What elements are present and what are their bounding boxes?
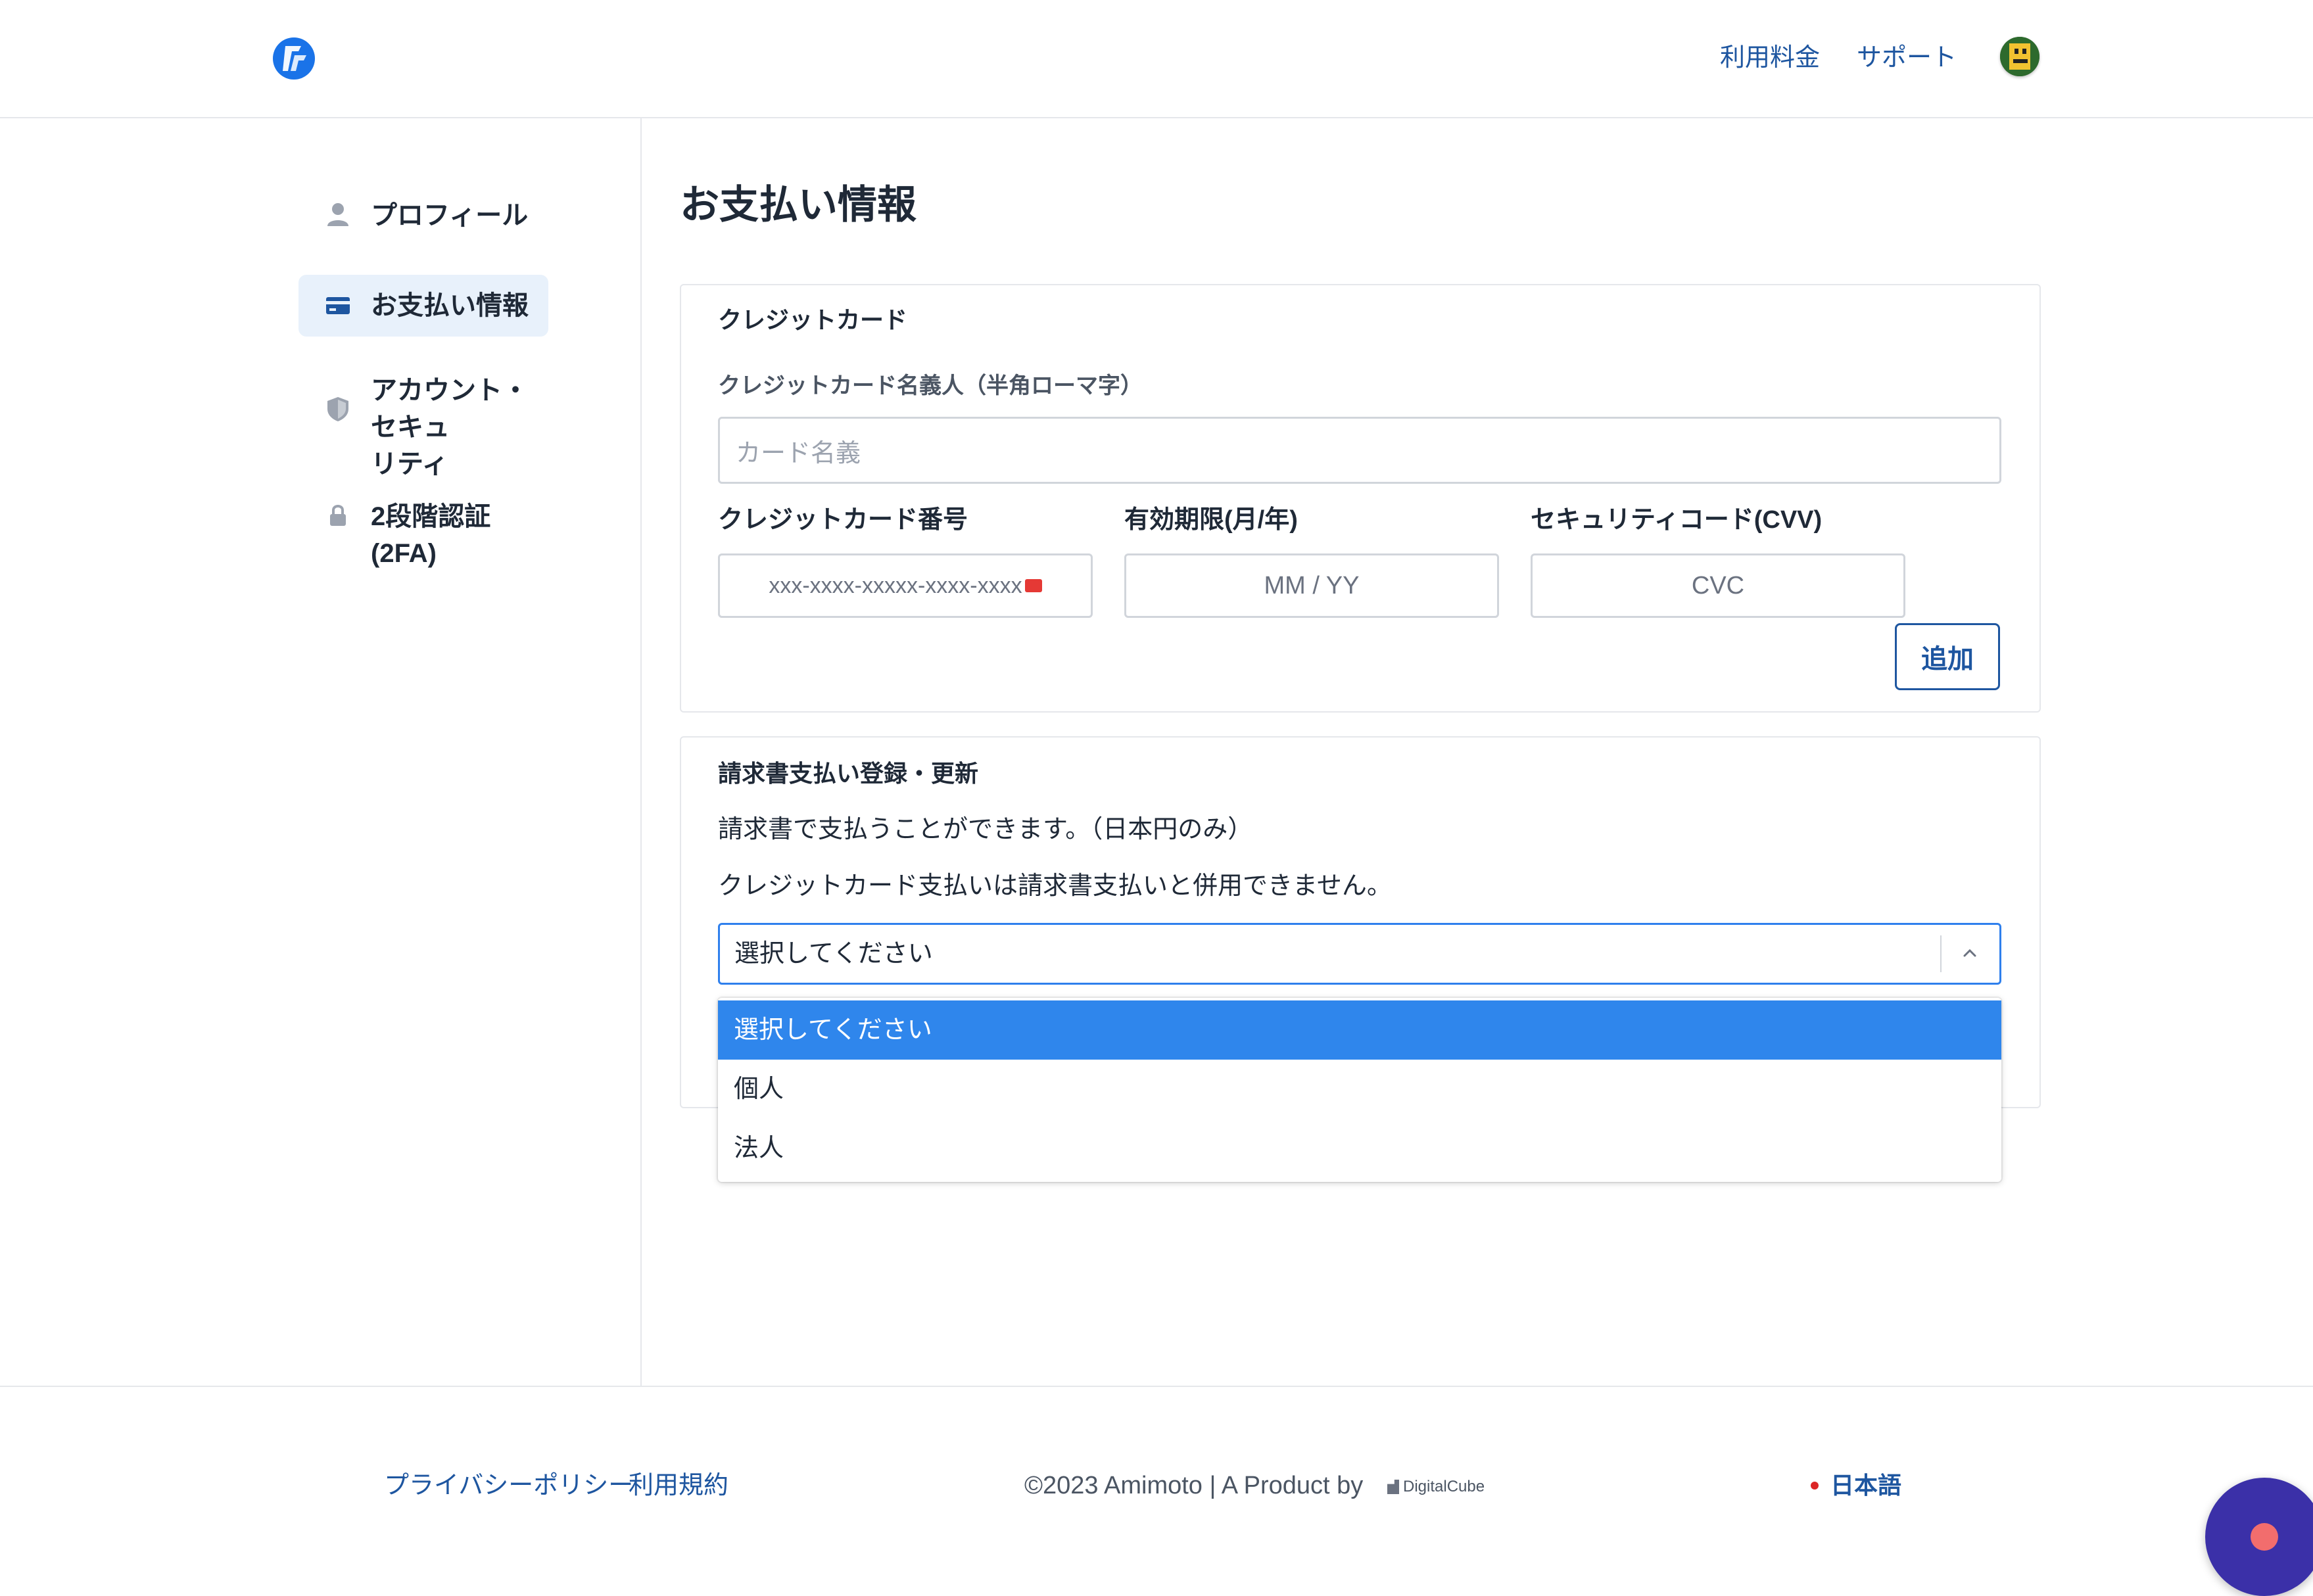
cvv-placeholder: CVC: [1691, 571, 1745, 599]
cardholder-name-placeholder: カード名義: [736, 439, 861, 467]
digitalcube-label: DigitalCube: [1403, 1478, 1485, 1495]
chat-launcher-button[interactable]: [2205, 1478, 2313, 1596]
sidebar-item-label: プロフィール: [371, 201, 529, 230]
lock-icon: [325, 502, 351, 528]
invoice-type-select[interactable]: 選択してください: [718, 923, 2001, 985]
cvv-label: セキュリティコード(CVV): [1531, 506, 1823, 534]
select-dropdown-menu: 選択してください 個人 法人: [718, 998, 2001, 1182]
user-avatar[interactable]: [2000, 37, 2039, 76]
shield-icon: [325, 396, 351, 422]
sidebar-item-label: アカウント・セキュ リティ: [371, 372, 548, 482]
sidebar-divider: [640, 118, 642, 1387]
nav-pricing-link[interactable]: 利用料金: [1720, 41, 1820, 75]
nav-support-link[interactable]: サポート: [1857, 41, 1957, 75]
privacy-policy-link[interactable]: プライバシーポリシー: [384, 1467, 633, 1504]
card-number-label: クレジットカード番号: [718, 506, 968, 534]
sidebar-item-billing[interactable]: お支払い情報: [298, 275, 548, 337]
expiry-label: 有効期限(月/年): [1124, 506, 1298, 534]
select-option[interactable]: 個人: [718, 1060, 2001, 1119]
credit-card-section: [680, 284, 2041, 713]
sidebar-item-label: お支払い情報: [371, 291, 529, 320]
language-label: 日本語: [1830, 1472, 1902, 1499]
expiry-input[interactable]: MM / YY: [1124, 553, 1499, 618]
language-switcher[interactable]: 日本語: [1811, 1468, 1901, 1503]
credit-card-section-title: クレジットカード: [718, 306, 908, 333]
terms-link[interactable]: 利用規約: [629, 1467, 728, 1504]
digitalcube-icon: [1387, 1480, 1399, 1494]
invoice-description-1: 請求書で支払うことができます。（日本円のみ）: [718, 816, 1253, 843]
select-option[interactable]: 法人: [718, 1119, 2001, 1178]
chat-icon: [2251, 1523, 2278, 1551]
sidebar-item-label: 2段階認証(2FA): [371, 502, 491, 568]
expiry-placeholder: MM / YY: [1264, 571, 1360, 599]
sidebar-item-2fa[interactable]: 2段階認証(2FA): [298, 498, 548, 568]
select-option[interactable]: 選択してください: [718, 1000, 2001, 1060]
cardholder-name-input[interactable]: カード名義: [718, 417, 2001, 484]
card-number-input[interactable]: xxx-xxxx-xxxxx-xxxx-xxxx: [718, 553, 1093, 618]
user-icon: [325, 201, 351, 227]
select-separator: [1940, 935, 1942, 972]
chevron-up-icon[interactable]: [1953, 937, 1986, 970]
cardholder-name-label: クレジットカード名義人（半角ローマ字）: [718, 373, 1143, 398]
top-header: 利用料金 サポート: [0, 0, 2313, 118]
language-indicator-dot: [1811, 1482, 1819, 1490]
amimoto-logo[interactable]: [272, 37, 316, 80]
sidebar-label-line2: リティ: [371, 450, 448, 479]
cvv-input[interactable]: CVC: [1531, 553, 1905, 618]
digitalcube-logo[interactable]: DigitalCube: [1387, 1476, 1485, 1497]
sidebar-item-profile[interactable]: プロフィール: [298, 197, 548, 238]
footer-divider: [0, 1386, 2313, 1387]
invoice-description-2: クレジットカード支払いは請求書支払いと併用できません。: [718, 872, 1392, 900]
page-title: お支払い情報: [680, 183, 917, 227]
card-number-placeholder: xxx-xxxx-xxxxx-xxxx-xxxx: [769, 573, 1022, 598]
sidebar-label-line1: アカウント・セキュ: [371, 376, 529, 442]
add-card-button[interactable]: 追加: [1895, 623, 2000, 690]
select-current-value: 選択してください: [734, 940, 933, 968]
credit-card-icon: [325, 293, 351, 319]
copyright-text: ©2023 Amimoto | A Product by: [1024, 1472, 1364, 1499]
sidebar-item-account-security[interactable]: アカウント・セキュ リティ: [298, 372, 548, 479]
invoice-section-title: 請求書支払い登録・更新: [718, 760, 979, 787]
card-brand-icon: [1024, 579, 1042, 592]
